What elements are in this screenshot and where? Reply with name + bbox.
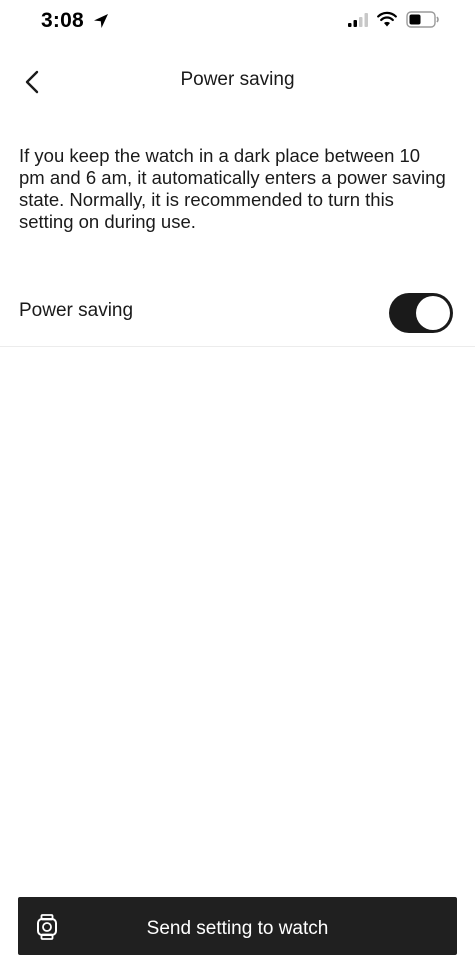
cellular-signal-icon	[348, 13, 368, 27]
status-bar: 3:08	[0, 0, 475, 44]
send-setting-label: Send setting to watch	[146, 918, 329, 939]
wifi-icon	[377, 11, 397, 27]
page-title: Power saving	[180, 69, 295, 90]
power-saving-setting-row: Power saving	[0, 288, 475, 347]
power-saving-toggle[interactable]	[389, 293, 453, 333]
header: Power saving	[0, 55, 475, 105]
power-saving-description: If you keep the watch in a dark place be…	[19, 145, 446, 232]
status-time: 3:08	[41, 9, 84, 32]
power-saving-label: Power saving	[19, 300, 134, 321]
send-setting-button[interactable]: Send setting to watch	[18, 897, 457, 955]
battery-icon	[406, 11, 439, 28]
toggle-knob	[416, 296, 450, 330]
location-arrow-icon	[94, 14, 108, 28]
